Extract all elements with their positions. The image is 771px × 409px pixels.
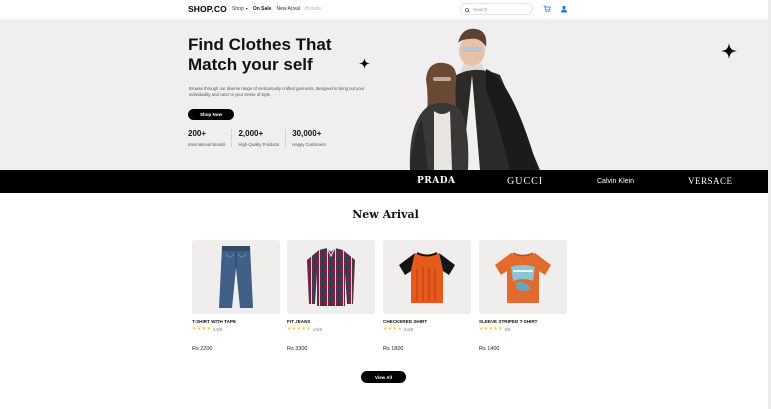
product-rating: ★ ★ ★ ★ ★ 5/5 bbox=[479, 327, 567, 333]
star-half-icon: ★ bbox=[498, 326, 503, 332]
stat-products: 2,000+ High-Quality Products bbox=[238, 129, 287, 147]
brand-calvin-klein: Calvin Klein bbox=[597, 178, 634, 185]
product-image-checkered-shirt bbox=[287, 240, 375, 314]
nav-link-new-arrival[interactable]: New Arival bbox=[276, 6, 300, 12]
brand-versace: VERSACE bbox=[688, 176, 733, 186]
product-price: Rs 2200 bbox=[192, 346, 213, 352]
rating-stars: ★ ★ ★ ★ ★ bbox=[479, 327, 503, 332]
cart-icon[interactable] bbox=[542, 4, 552, 14]
nav-link-shop-label: Shop bbox=[232, 6, 244, 12]
stat-value: 2,000+ bbox=[238, 129, 264, 138]
brand-gucci: GUCCI bbox=[507, 176, 544, 187]
hero-stats: 200+ International Brands 2,000+ High-Qu… bbox=[188, 129, 338, 147]
product-card[interactable]: CHECKERED SHIRT ★ ★ ★ ★ 3.5/5 Rs 1800 bbox=[383, 240, 471, 352]
product-card[interactable]: FIT JEANS ★ ★ ★ ★ ★ 4.5/5 Rs 3300 bbox=[287, 240, 375, 352]
rating-stars: ★ ★ ★ ★ bbox=[192, 327, 211, 332]
stat-brands: 200+ International Brands bbox=[188, 129, 233, 147]
new-arrival-title: New Arival bbox=[352, 208, 419, 221]
star-half-icon: ★ bbox=[397, 326, 402, 332]
stat-label: Happy Customers bbox=[292, 142, 326, 147]
rating-text: 5/5 bbox=[504, 327, 511, 332]
hero-description: Browse through our diverse range of meti… bbox=[189, 86, 365, 97]
product-price: Rs 3300 bbox=[287, 346, 308, 352]
product-name: SLEEVE STRIPED T-SHIRT bbox=[479, 319, 538, 324]
hero-title: Find Clothes That Match your self bbox=[188, 35, 332, 75]
product-image-striped-tee bbox=[479, 240, 567, 314]
nav-links: Shop ▾ On Sale New Arival Brands bbox=[232, 6, 321, 12]
hero-section: Find Clothes That Match your self Browse… bbox=[0, 19, 771, 170]
sparkle-icon-large bbox=[721, 43, 737, 63]
stat-label: International Brands bbox=[188, 142, 226, 147]
product-price: Rs 1800 bbox=[383, 346, 404, 352]
rating-text: 3.5/5 bbox=[403, 327, 414, 332]
product-rating: ★ ★ ★ ★ ★ 4.5/5 bbox=[287, 327, 375, 333]
stat-value: 30,000+ bbox=[292, 129, 322, 138]
brand-logo[interactable]: SHOP.CO bbox=[188, 4, 227, 14]
stat-customers: 30,000+ Happy Customers bbox=[292, 129, 332, 147]
product-name: CHECKERED SHIRT bbox=[383, 319, 428, 324]
product-image-jeans bbox=[192, 240, 280, 314]
search-icon bbox=[465, 0, 470, 18]
search-input[interactable] bbox=[473, 6, 528, 12]
rating-stars: ★ ★ ★ ★ ★ bbox=[287, 327, 311, 332]
hero-title-line2: Match your self bbox=[188, 55, 313, 74]
view-all-button[interactable]: View All bbox=[361, 371, 406, 383]
top-navbar: SHOP.CO Shop ▾ On Sale New Arival Brands bbox=[0, 0, 771, 19]
product-rating: ★ ★ ★ ★ 3.5/5 bbox=[192, 327, 280, 333]
star-half-icon: ★ bbox=[306, 326, 311, 332]
product-image-checkered-tee bbox=[383, 240, 471, 314]
shop-now-button[interactable]: Shop Now bbox=[188, 109, 234, 120]
product-card[interactable]: T-SHIRT WITH TAPE ★ ★ ★ ★ 3.5/5 Rs 2200 bbox=[192, 240, 280, 352]
brand-prada: PRADA bbox=[417, 176, 456, 186]
nav-link-brands[interactable]: Brands bbox=[305, 6, 321, 12]
search-box[interactable] bbox=[460, 3, 533, 15]
product-card[interactable]: SLEEVE STRIPED T-SHIRT ★ ★ ★ ★ ★ 5/5 Rs 1400 bbox=[479, 240, 567, 352]
nav-link-on-sale[interactable]: On Sale bbox=[253, 6, 272, 12]
stat-label: High-Quality Products bbox=[238, 142, 280, 147]
nav-link-shop[interactable]: Shop ▾ bbox=[232, 6, 248, 12]
hero-models-image bbox=[409, 28, 540, 170]
brands-bar: PRADA GUCCI Calvin Klein VERSACE bbox=[0, 170, 771, 193]
rating-stars: ★ ★ ★ ★ bbox=[383, 327, 402, 332]
star-half-icon: ★ bbox=[206, 326, 211, 332]
rating-text: 3.5/5 bbox=[212, 327, 223, 332]
product-name: FIT JEANS bbox=[287, 319, 311, 324]
rating-text: 4.5/5 bbox=[312, 327, 322, 332]
sparkle-icon-small bbox=[359, 57, 370, 73]
hero-title-line1: Find Clothes That bbox=[188, 35, 332, 54]
chevron-down-icon: ▾ bbox=[244, 6, 248, 11]
stat-value: 200+ bbox=[188, 129, 207, 138]
product-price: Rs 1400 bbox=[479, 346, 500, 352]
product-rating: ★ ★ ★ ★ 3.5/5 bbox=[383, 327, 471, 333]
product-name: T-SHIRT WITH TAPE bbox=[192, 319, 237, 324]
user-icon[interactable] bbox=[559, 4, 569, 14]
